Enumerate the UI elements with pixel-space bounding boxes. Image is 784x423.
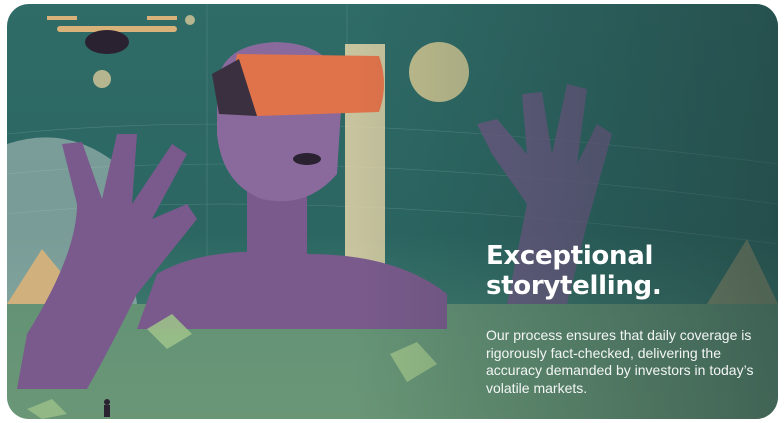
feature-card: Exceptional storytelling. Our process en… — [7, 4, 778, 419]
card-body: Our process ensures that daily coverage … — [486, 327, 754, 396]
card-copy: Exceptional storytelling. Our process en… — [486, 241, 756, 397]
card-headline: Exceptional storytelling. — [486, 241, 662, 301]
